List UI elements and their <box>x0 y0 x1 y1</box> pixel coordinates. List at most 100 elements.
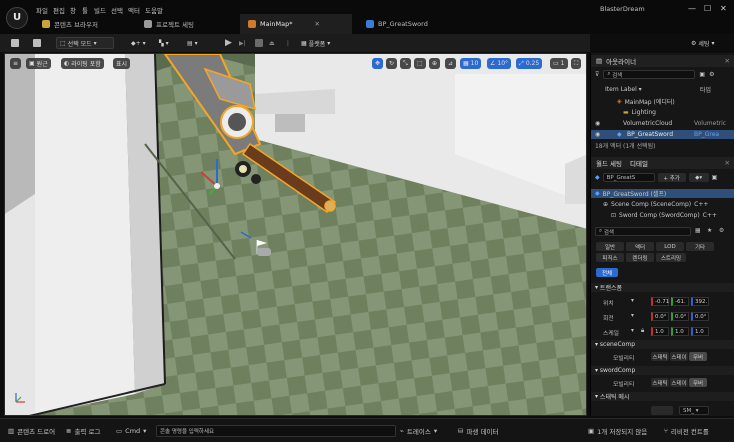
filter-icon[interactable]: ⊽ <box>595 71 599 78</box>
component-self[interactable]: ◆ BP_GreatSword (셀프) <box>591 189 734 198</box>
tab-bp-greatsword[interactable]: BP_GreatSword <box>358 14 436 34</box>
filter-tab-rendering[interactable]: 렌더링 <box>626 253 654 262</box>
close-tab-icon[interactable]: ✕ <box>314 20 319 28</box>
content-drawer-button[interactable]: ▥ 콘텐츠 드로어 <box>8 425 55 437</box>
cmd-select[interactable]: ▭ Cmd ▾ <box>116 425 146 437</box>
scenecomp-section-header[interactable]: ▾ sceneComp <box>591 340 734 349</box>
unsaved-button[interactable]: ▣ 1개 저장되지 않음 <box>588 425 647 437</box>
filter-tab-misc[interactable]: 기타 <box>686 242 714 251</box>
outliner-item-volumetriccloud[interactable]: ◉ VolumetricCloud Volumetric <box>591 119 734 128</box>
swordcomp-section-header[interactable]: ▾ swordComp <box>591 366 734 375</box>
grid-snap-button[interactable]: ▦ 10 <box>460 58 482 69</box>
filter-tab-physics[interactable]: 피직스 <box>596 253 624 262</box>
menu-select[interactable]: 선택 <box>111 5 123 15</box>
static-mesh-select[interactable]: SM_ ▾ <box>679 406 709 415</box>
camera-speed-button[interactable]: ▭ 1 <box>550 58 568 69</box>
details-tab[interactable]: 디테일 <box>630 158 648 168</box>
outliner-item-bp-greatsword[interactable]: ◉ ◆ BP_GreatSword BP_Grea <box>591 130 734 139</box>
gear-icon[interactable]: ⚙ <box>719 228 724 234</box>
blueprint-button[interactable]: ▚ ▾ <box>156 37 172 49</box>
console-input[interactable]: 콘솔 명령을 입력하세요 <box>156 425 396 437</box>
component-swordcomp[interactable]: ⊡ Sword Comp (SwordComp) C++ <box>591 211 734 220</box>
chevron-down-icon[interactable]: ▾ <box>631 328 634 334</box>
surface-snap-button[interactable]: ⊿ <box>445 58 457 69</box>
rotation-z-field[interactable]: 0.0° <box>691 312 709 321</box>
trace-button[interactable]: ⌁ 트레이스 ▾ <box>400 425 437 437</box>
settings-button[interactable]: ⚙ 세팅 ▾ <box>688 37 717 49</box>
advance-frame-button[interactable]: ▶| <box>236 37 249 49</box>
edit-blueprint-icon[interactable]: ▣ <box>712 174 718 181</box>
column-item-label[interactable]: Item Label ▾ <box>605 86 700 93</box>
visibility-icon[interactable]: ◉ <box>595 131 617 138</box>
actor-name-input[interactable]: BP_GreatS <box>602 173 655 182</box>
rotation-snap-button[interactable]: ∠ 10° <box>487 58 512 69</box>
platforms-button[interactable]: ▦ 플랫폼 ▾ <box>298 37 333 49</box>
scene-mobility-stationary[interactable]: 스테이 <box>670 352 688 361</box>
filter-tab-streaming[interactable]: 스트리밍 <box>656 253 686 262</box>
tab-project-settings[interactable]: 프로젝트 세팅 <box>136 14 202 34</box>
scene-mobility-static[interactable]: 스태틱 <box>651 352 669 361</box>
location-y-field[interactable]: -61. <box>671 297 689 306</box>
rotation-x-field[interactable]: 0.0° <box>651 312 669 321</box>
filter-tab-actor[interactable]: 액터 <box>626 242 654 251</box>
output-log-button[interactable]: ≣ 출력 로그 <box>66 425 100 437</box>
maximize-icon[interactable]: ☐ <box>704 4 711 13</box>
rotate-tool-button[interactable]: ↻ <box>386 58 398 69</box>
play-button[interactable]: ▶ <box>222 37 235 49</box>
level-viewport[interactable]: ≡ ▣ 원근 ◐ 라이팅 포함 표시 ✥ ↻ ⤡ ⬚ ⊕ ⊿ ▦ 10 ∠ 10… <box>4 53 587 416</box>
world-settings-tab[interactable]: 월드 세팅 <box>596 158 622 168</box>
transform-section-header[interactable]: ▾ 트랜스폼 <box>591 283 734 292</box>
chevron-down-icon[interactable]: ▾ <box>631 298 634 304</box>
outliner-item-mainmap[interactable]: ◈ MainMap (에디터) <box>591 97 734 106</box>
location-z-field[interactable]: 392. <box>691 297 709 306</box>
add-actor-icon[interactable]: ▣ <box>699 71 705 78</box>
cinematics-button[interactable]: ▤ ▾ <box>184 37 201 49</box>
source-control-button[interactable] <box>30 37 44 49</box>
world-local-button[interactable]: ⊕ <box>429 58 441 69</box>
unreal-logo-icon[interactable]: U <box>6 7 28 29</box>
mode-select[interactable]: ⬚ 선택 모드 ▾ <box>56 37 114 49</box>
close-icon[interactable]: ✕ <box>720 4 727 13</box>
stop-button[interactable] <box>252 37 266 49</box>
sword-mobility-static[interactable]: 스태틱 <box>651 378 669 387</box>
location-x-field[interactable]: -0.71 <box>651 297 669 306</box>
component-scenecomp[interactable]: ⊕ Scene Comp (SceneComp) C++ <box>591 200 734 209</box>
scale-x-field[interactable]: 1.0 <box>651 327 669 336</box>
perspective-button[interactable]: ▣ 원근 <box>26 58 51 69</box>
save-button[interactable] <box>8 37 22 49</box>
details-search-input[interactable]: ⌕ 검색 <box>595 227 691 236</box>
close-panel-icon[interactable]: ✕ <box>725 57 730 65</box>
tab-mainmap[interactable]: MainMap* ✕ <box>240 14 352 34</box>
view-mode-button[interactable]: ◐ 라이팅 포함 <box>61 58 104 69</box>
tab-content-browser[interactable]: 콘텐츠 브라우저 <box>34 14 106 34</box>
show-flags-button[interactable]: 표시 <box>113 58 131 69</box>
play-options-button[interactable]: ⋮ <box>282 37 294 49</box>
add-component-button[interactable]: + 추가 <box>657 173 686 182</box>
maximize-viewport-button[interactable]: ⛶ <box>571 58 582 69</box>
close-panel-icon[interactable]: ✕ <box>725 159 730 167</box>
favorite-star-icon[interactable]: ★ <box>707 228 712 234</box>
eject-button[interactable]: ⏏ <box>266 37 278 49</box>
add-actor-button[interactable]: ◆+ ▾ <box>128 37 149 49</box>
translate-tool-button[interactable]: ✥ <box>372 58 384 69</box>
static-mesh-section-header[interactable]: ▾ 스태틱 메시 <box>591 392 734 401</box>
scale-tool-button[interactable]: ⤡ <box>400 58 411 69</box>
chevron-down-icon[interactable]: ▾ <box>631 313 634 319</box>
sword-mobility-stationary[interactable]: 스테이 <box>670 378 688 387</box>
outliner-item-lighting[interactable]: ▬ Lighting <box>591 108 734 117</box>
lock-icon[interactable]: 🔒︎ <box>641 328 644 335</box>
viewport-menu-button[interactable]: ≡ <box>10 58 22 69</box>
column-type[interactable]: 타입 <box>700 85 711 94</box>
filter-tab-general[interactable]: 일반 <box>596 242 624 251</box>
blueprint-options-button[interactable]: ◆▾ <box>688 173 709 182</box>
sword-mobility-movable[interactable]: 무버 <box>689 378 707 387</box>
mode-tool-button[interactable]: ⬚ <box>414 58 426 69</box>
scale-y-field[interactable]: 1.0 <box>671 327 689 336</box>
rotation-y-field[interactable]: 0.0° <box>671 312 689 321</box>
outliner-search-input[interactable]: ⌕ 검색 <box>603 70 696 79</box>
visibility-icon[interactable]: ◉ <box>595 120 623 127</box>
property-matrix-icon[interactable]: ▦ <box>695 228 700 234</box>
source-control-button[interactable]: ⑂ 리비전 컨트롤 <box>664 425 709 437</box>
gear-icon[interactable]: ⚙ <box>709 71 714 78</box>
filter-tab-all[interactable]: 전체 <box>596 268 618 277</box>
